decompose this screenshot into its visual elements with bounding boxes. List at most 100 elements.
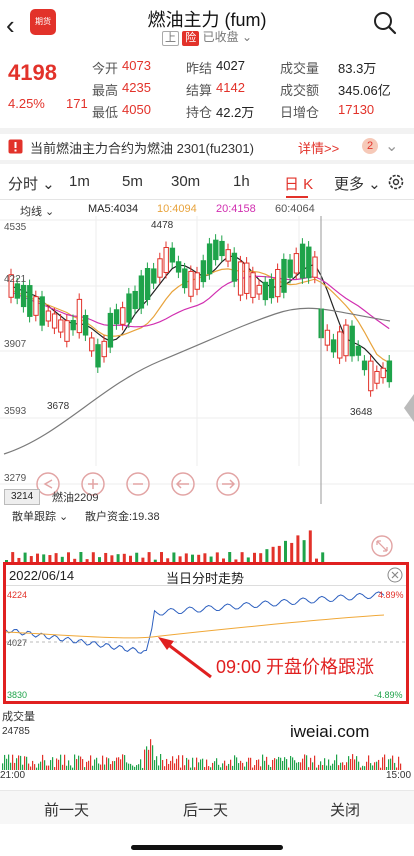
tick-volume-bar (298, 762, 300, 770)
low-marker-2: 3648 (350, 407, 373, 418)
tab-1h[interactable]: 1h (233, 173, 250, 190)
tab-daily[interactable]: 日 K (284, 173, 313, 194)
tick-volume-bar (168, 763, 170, 770)
tick-volume-bar (176, 758, 178, 770)
kline-candle (374, 365, 380, 390)
tick-volume-bar (136, 765, 138, 770)
tick-volume-bar (248, 757, 250, 770)
retail-volume-bar (23, 552, 27, 562)
tick-volume-bar (220, 767, 222, 770)
tick-volume-bar (312, 762, 314, 770)
tick-volume-bar (4, 754, 6, 770)
chevron-down-icon[interactable]: ⌄ (242, 30, 252, 44)
close-icon[interactable] (387, 567, 403, 583)
tab-5m[interactable]: 5m (122, 173, 143, 190)
tick-volume-bar (370, 763, 372, 770)
kline-candle (349, 320, 355, 362)
tick-volume-bar (366, 761, 368, 770)
tab-more[interactable]: 更多 ⌄ (334, 173, 381, 194)
quote-field-label: 今开 (92, 61, 119, 76)
tick-volume-bar (344, 765, 346, 770)
tick-volume-bar (322, 765, 324, 770)
tick-volume-bar (308, 767, 310, 770)
next-day-button[interactable]: 后一天 (183, 799, 228, 820)
tick-volume-bar (56, 758, 58, 770)
tick-volume-bar (162, 760, 164, 770)
retail-volume-bar (110, 555, 114, 562)
popup-y-top: 4224 (7, 590, 27, 600)
tick-volume-bar (264, 760, 266, 770)
tick-volume-bar (158, 765, 160, 770)
chevron-down-icon[interactable]: ⌄ (385, 136, 398, 156)
kline-chart[interactable]: 4535 4221 3907 3593 3279 4478 3678 3648 (0, 216, 414, 504)
retail-volume-bar (253, 552, 256, 562)
close-button[interactable]: 关闭 (330, 799, 360, 820)
tick-volume-bar (150, 739, 152, 770)
tick-volume-bar (372, 765, 374, 770)
prev-day-button[interactable]: 前一天 (44, 799, 89, 820)
contract-label: 燃油2209 (52, 492, 99, 504)
tick-volume-bar (132, 765, 134, 770)
kline-candle (175, 255, 182, 279)
tick-volume-bar (236, 757, 238, 770)
tick-volume-bar (72, 767, 74, 770)
tick-volume-bar (376, 761, 378, 770)
tick-volume-bar (114, 761, 116, 770)
tick-volume-bar (338, 765, 340, 770)
kline-candle (138, 269, 145, 315)
tick-volume-bar (198, 762, 200, 770)
quote-field-label: 最高 (92, 83, 119, 98)
tick-volume-bar (86, 761, 88, 770)
kline-candle (151, 262, 157, 290)
kline-candle (343, 319, 349, 362)
notice-detail-link[interactable]: 详情>> (298, 138, 339, 157)
tab-1m[interactable]: 1m (69, 173, 90, 190)
kline-candle (262, 276, 269, 306)
retail-volume-bar (172, 552, 176, 562)
retail-volume-bar (11, 552, 15, 562)
tick-volume-bar (138, 764, 140, 770)
retail-volume-bar (215, 552, 219, 562)
tick-volume-bar (10, 762, 12, 770)
tick-volume-bar (364, 766, 366, 770)
tick-volume-bar (170, 760, 172, 770)
tick-volume-bar (304, 754, 306, 770)
kline-candle (219, 235, 225, 262)
intraday-chart[interactable]: 4224 4027 3830 4.89% -4.89% 09:00 开盘价格跟涨 (6, 585, 406, 701)
kline-candle (250, 266, 256, 304)
popup-y-bottom: 3830 (7, 690, 27, 700)
tick-volume-bar (310, 757, 312, 770)
last-price: 4198 (8, 60, 57, 85)
tick-volume-bar (82, 759, 84, 770)
tick-volume-bar (24, 756, 26, 770)
intraday-popup: 2022/06/14 当日分时走势 4224 4027 3830 4.89% -… (3, 562, 409, 704)
tab-intraday[interactable]: 分时 ⌄ (8, 173, 55, 194)
expand-icon[interactable] (371, 535, 393, 557)
tick-volume-bar (118, 757, 120, 770)
retail-volume-bar (48, 555, 52, 562)
risk-tag: 险 (182, 31, 200, 46)
retail-volume-bar (67, 552, 70, 562)
tick-volume-bar (164, 766, 166, 770)
contract-notice[interactable]: 当前燃油主力合约为燃油 2301(fu2301) 详情>> 2 ⌄ (0, 134, 414, 160)
tick-volume-bar (206, 759, 208, 770)
retail-tracker-selector[interactable]: 散单跟踪 ⌄ (12, 508, 68, 524)
tick-volume-bar (54, 767, 56, 770)
retail-volume-bar (135, 552, 139, 562)
retail-volume-bar (197, 554, 201, 562)
tick-volume-bar (218, 764, 220, 770)
kline-candle (188, 265, 194, 303)
quote-field-label: 最低 (92, 105, 119, 120)
quote-panel: 4198 4.25% 171 今开 4073 昨结 4027 成交量 83.3万 最高 423… (0, 50, 414, 128)
tick-volume-bar (290, 755, 292, 770)
tab-30m[interactable]: 30m (171, 173, 200, 190)
gear-icon[interactable] (386, 172, 406, 192)
tick-volume-bar (230, 759, 232, 770)
search-icon[interactable] (372, 10, 398, 36)
tick-volume-bar (148, 749, 150, 770)
tick-volume-bar (226, 765, 228, 770)
tick-volume-bar (392, 755, 394, 770)
kline-candle (182, 262, 188, 294)
exchange-tag: 上 (161, 31, 179, 46)
popup-pct-bottom: -4.89% (374, 690, 403, 700)
